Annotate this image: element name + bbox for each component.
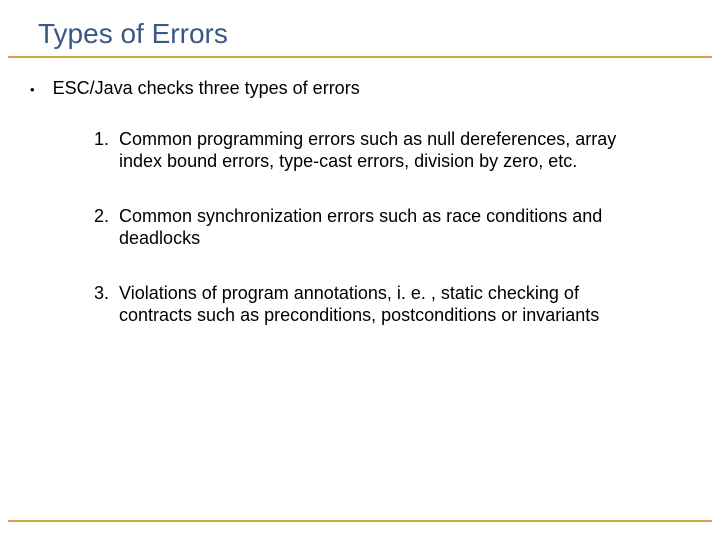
main-bullet: • ESC/Java checks three types of errors	[30, 78, 670, 100]
content-area: • ESC/Java checks three types of errors …	[0, 58, 720, 327]
item-number: 2.	[94, 205, 109, 228]
item-number: 3.	[94, 282, 109, 305]
title-area: Types of Errors	[0, 0, 720, 52]
list-item: 3. Violations of program annotations, i.…	[94, 282, 650, 327]
bullet-icon: •	[30, 83, 35, 96]
main-bullet-text: ESC/Java checks three types of errors	[53, 78, 360, 100]
item-text: Common synchronization errors such as ra…	[119, 205, 650, 250]
item-text: Common programming errors such as null d…	[119, 128, 650, 173]
footer-divider	[8, 520, 712, 522]
list-item: 1. Common programming errors such as nul…	[94, 128, 650, 173]
enumerated-list: 1. Common programming errors such as nul…	[30, 128, 670, 327]
item-text: Violations of program annotations, i. e.…	[119, 282, 650, 327]
slide-title: Types of Errors	[38, 18, 720, 50]
item-number: 1.	[94, 128, 109, 151]
slide: Types of Errors • ESC/Java checks three …	[0, 0, 720, 540]
list-item: 2. Common synchronization errors such as…	[94, 205, 650, 250]
